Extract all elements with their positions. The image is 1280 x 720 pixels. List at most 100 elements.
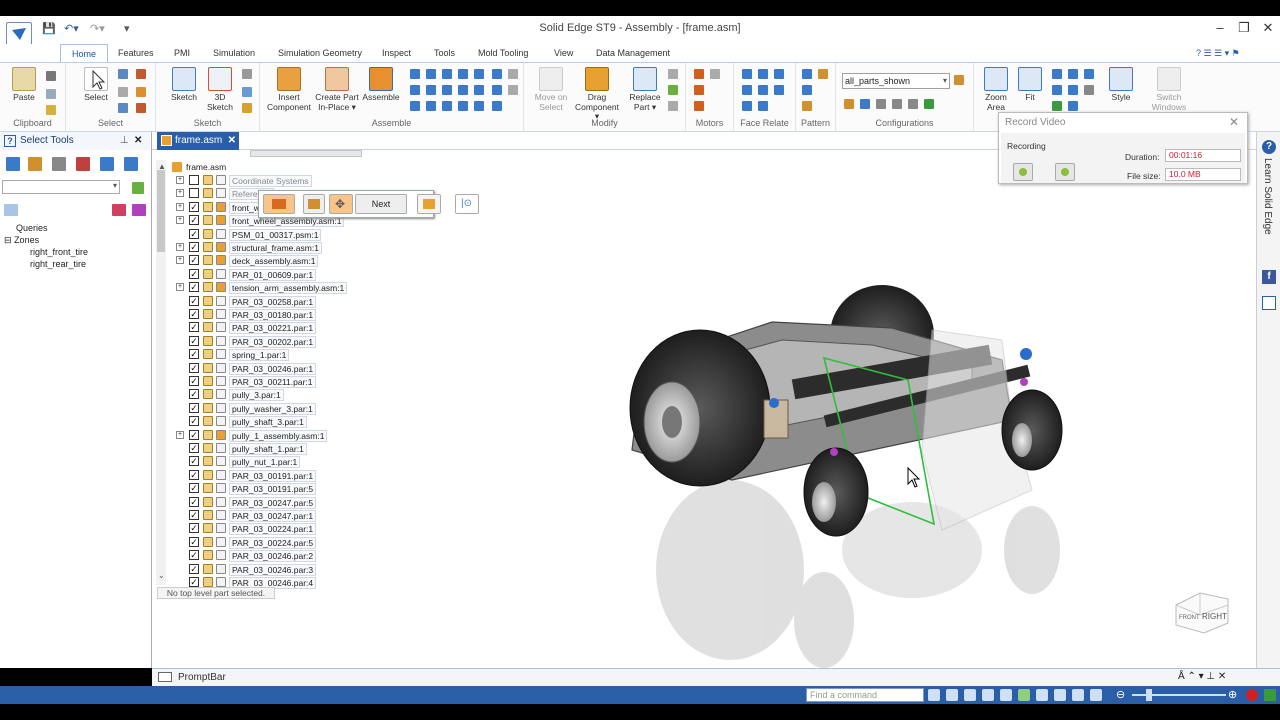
face-relate-7-icon[interactable] [742,101,752,111]
select-tools-combo[interactable]: ▾ [2,180,120,194]
style-button[interactable]: Style [1106,67,1136,103]
query-icon[interactable] [6,157,20,171]
sketch-button[interactable]: Sketch [166,67,202,103]
relate-options-icon[interactable] [442,101,452,111]
tab-view[interactable]: View [548,44,579,62]
visibility-checkbox[interactable]: ✓ [189,496,199,507]
motor-icon[interactable] [694,69,704,79]
relate-cam-icon[interactable] [426,85,436,95]
go-icon[interactable] [928,689,940,701]
move-step-button[interactable]: ✥ [329,194,353,214]
simulate-motor-icon[interactable] [694,85,704,95]
configuration-settings-icon[interactable] [954,75,964,85]
tab-mold-tooling[interactable]: Mold Tooling [472,44,534,62]
zoom-area-status-icon[interactable] [946,689,958,701]
next-button[interactable]: Next [355,194,407,214]
relationship-step-button[interactable] [303,194,325,214]
visibility-checkbox[interactable]: ✓ [189,349,199,360]
sketch-tool-icon[interactable] [242,69,252,79]
learn-help-icon[interactable]: ? [1262,140,1276,154]
expand-icon[interactable]: + [176,283,184,292]
visibility-checkbox[interactable]: ✓ [189,402,199,413]
tab-simulation[interactable]: Simulation [207,44,261,62]
face-relate-6-icon[interactable] [774,85,784,95]
select-zone-icon[interactable] [136,103,146,113]
pan-icon[interactable] [1068,69,1078,79]
visibility-checkbox[interactable]: ✓ [189,443,199,453]
zoom-in-icon[interactable]: ⊕ [1228,688,1237,701]
maximize-button[interactable]: ❐ [1232,20,1256,36]
motor-options-icon[interactable] [710,69,720,79]
scroll-down-icon[interactable]: ⌄ [158,571,165,580]
visibility-checkbox[interactable]: ✓ [189,255,199,266]
relate-insert-icon[interactable] [458,69,468,79]
relate-planar-icon[interactable] [426,69,436,79]
expand-icon[interactable]: + [176,430,184,439]
prompt-bar-label[interactable]: PromptBar [178,672,226,683]
pattern-along-icon[interactable] [802,101,812,111]
stop-button[interactable] [1055,163,1075,181]
tree-item-zones[interactable]: ⊟ Zones [4,234,88,246]
sketch-3d-button[interactable]: 3D Sketch [202,67,238,112]
switch-windows-button[interactable]: Switch Windows [1148,67,1190,112]
relate-angle-icon[interactable] [492,69,502,79]
visibility-checkbox[interactable]: ✓ [189,510,199,520]
expand-icon[interactable]: + [176,202,184,211]
visibility-checkbox[interactable]: ✓ [189,376,199,386]
tree-item-zone[interactable]: right_rear_tire [4,258,88,270]
view-sketch-icon[interactable] [1084,85,1094,95]
visibility-checkbox[interactable]: ✓ [189,362,199,373]
find-command-input[interactable]: Find a command [806,688,924,702]
tab-tools[interactable]: Tools [428,44,461,62]
modify-tool-3-icon[interactable] [668,101,678,111]
select-button[interactable]: Select [78,67,114,103]
tab-data-management[interactable]: Data Management [590,44,676,62]
record-video-close-icon[interactable]: ✕ [1229,115,1239,129]
sketch-line-icon[interactable] [242,87,252,97]
tree-item-queries[interactable]: Queries [4,222,88,234]
zoom-icon[interactable] [1052,69,1062,79]
visibility-checkbox[interactable]: ✓ [189,563,199,574]
remove-zone-icon[interactable] [132,204,146,216]
pattern-icon[interactable] [802,69,812,79]
view-wire-icon[interactable] [1068,101,1078,111]
visibility-checkbox[interactable] [189,175,199,185]
display-config-icon[interactable] [844,99,854,109]
close-button[interactable]: ✕ [1256,20,1280,36]
save-config-icon[interactable] [876,99,886,109]
view-cube[interactable]: FRONT RIGHT [1170,585,1234,635]
expand-icon[interactable]: + [176,216,184,225]
show-config-icon[interactable] [924,99,934,109]
relate-mate-icon[interactable] [410,69,420,79]
visibility-checkbox[interactable]: ✓ [189,322,199,333]
relate-flash-icon[interactable] [426,101,436,111]
pause-button[interactable] [1013,163,1033,181]
help-icons[interactable]: ? ☰ ☰ ▾ ⚑ [1190,44,1246,62]
face-relate-2-icon[interactable] [758,69,768,79]
insert-component-button[interactable]: Insert Component [266,67,312,112]
question-icon[interactable] [100,157,114,171]
copy-icon[interactable] [46,89,56,99]
shade-status-icon[interactable] [1054,689,1066,701]
fit-button[interactable]: Fit [1014,67,1046,103]
visibility-checkbox[interactable]: ✓ [189,268,199,279]
relate-connect-icon[interactable] [474,69,484,79]
select-options-icon[interactable] [136,87,146,97]
assemble-button[interactable]: Assemble [360,67,402,103]
relate-axial-icon[interactable] [442,69,452,79]
expand-icon[interactable]: + [176,243,184,251]
record-icon[interactable] [1246,689,1258,701]
visibility-checkbox[interactable]: ✓ [189,469,199,480]
visibility-checkbox[interactable]: ✓ [189,577,199,587]
fit-status-icon[interactable] [982,689,994,701]
pathfinder-resize-grip[interactable] [250,150,362,157]
visibility-checkbox[interactable]: ✓ [189,483,199,494]
display-status-icon[interactable] [1090,689,1102,701]
visibility-checkbox[interactable]: ✓ [189,550,199,561]
relate-symmetric-icon[interactable] [458,101,468,111]
face-relate-1-icon[interactable] [742,69,752,79]
visibility-checkbox[interactable]: ✓ [189,456,199,467]
view-status-icon[interactable] [1036,689,1048,701]
rotate-icon[interactable] [1084,69,1094,79]
tab-home[interactable]: Home [60,44,108,62]
